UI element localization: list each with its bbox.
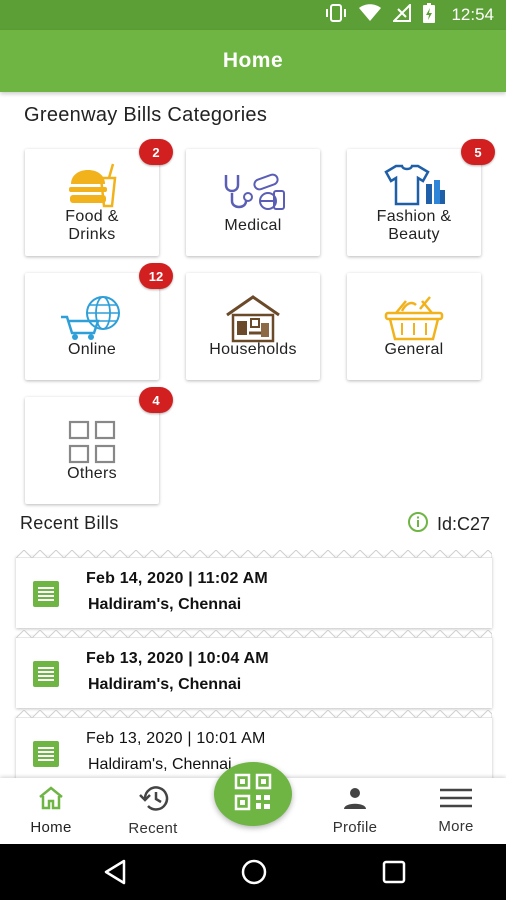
recent-bills-title: Recent Bills	[20, 513, 119, 533]
qr-code-icon	[234, 773, 272, 816]
user-id[interactable]: Id:C27	[407, 511, 490, 538]
category-label: Medical	[224, 216, 282, 234]
receipt-edge	[16, 550, 492, 558]
back-icon[interactable]	[102, 858, 128, 891]
status-time: 12:54	[451, 5, 494, 24]
battery-charging-icon	[423, 2, 436, 28]
category-medical[interactable]: Medical	[186, 149, 320, 256]
bill-merchant: Haldiram's, Chennai	[88, 756, 232, 773]
system-nav-bar	[0, 844, 506, 900]
category-badge: 2	[139, 139, 173, 165]
category-label: Food & Drinks	[65, 207, 119, 243]
receipt-edge	[16, 630, 492, 638]
bill-date: Feb 14, 2020 | 11:02 AM	[86, 570, 268, 587]
scan-qr-button[interactable]	[214, 762, 292, 826]
category-label: Others	[67, 464, 117, 482]
nav-recent-label: Recent	[128, 820, 178, 837]
bill-card[interactable]: Feb 13, 2020 | 10:04 AM Haldiram's, Chen…	[16, 630, 492, 708]
bill-date: Feb 13, 2020 | 10:01 AM	[86, 730, 266, 747]
nav-more[interactable]: More	[424, 778, 488, 844]
category-label: Online	[67, 340, 117, 358]
basket-icon	[382, 295, 446, 341]
wifi-icon	[359, 3, 382, 27]
categories-title: Greenway Bills Categories	[24, 104, 268, 126]
bill-merchant: Haldiram's, Chennai	[88, 596, 242, 613]
burger-drink-icon	[63, 162, 121, 208]
category-label: Households	[209, 340, 297, 358]
category-others[interactable]: Others 4	[25, 387, 173, 504]
user-id-label: Id:C27	[436, 514, 490, 534]
info-icon	[407, 511, 429, 538]
category-badge: 4	[139, 387, 173, 413]
nav-profile[interactable]: Profile	[320, 778, 390, 844]
category-food-drinks[interactable]: Food & Drinks 2	[25, 139, 173, 256]
category-fashion-beauty[interactable]: Fashion & Beauty 5	[347, 139, 495, 256]
receipt-edge	[16, 710, 492, 718]
menu-icon	[438, 787, 474, 814]
stethoscope-pills-icon	[220, 171, 286, 217]
nav-profile-label: Profile	[332, 819, 378, 836]
category-label: Fashion & Beauty	[376, 207, 452, 243]
bill-card[interactable]: Feb 14, 2020 | 11:02 AM Haldiram's, Chen…	[16, 550, 492, 628]
category-general[interactable]: General	[347, 273, 481, 380]
no-signal-icon	[392, 2, 412, 27]
nav-more-label: More	[438, 818, 474, 835]
person-icon	[342, 786, 368, 815]
vibrate-icon	[325, 3, 347, 27]
nav-home-label: Home	[30, 819, 72, 836]
home-circle-icon[interactable]	[240, 858, 268, 891]
category-label: General	[384, 340, 444, 358]
page-title: Home	[222, 49, 284, 72]
receipt-icon	[32, 580, 60, 613]
house-furniture-icon	[223, 294, 283, 342]
overview-icon[interactable]	[381, 858, 407, 891]
receipt-icon	[32, 660, 60, 693]
globe-cart-icon	[59, 295, 125, 341]
app-bar: Home	[0, 30, 506, 92]
category-badge: 5	[461, 139, 495, 165]
history-icon	[137, 785, 169, 816]
receipt-icon	[32, 740, 60, 773]
category-online[interactable]: Online 12	[25, 263, 173, 380]
status-icons: 12:54	[325, 2, 494, 28]
category-households[interactable]: Households	[186, 273, 320, 380]
bill-merchant: Haldiram's, Chennai	[88, 676, 242, 693]
category-badge: 12	[139, 263, 173, 289]
grid-icon	[64, 419, 120, 465]
nav-home[interactable]: Home	[20, 778, 82, 844]
status-bar: 12:54	[0, 0, 506, 30]
home-icon	[37, 786, 65, 815]
nav-recent[interactable]: Recent	[118, 778, 188, 844]
bill-date: Feb 13, 2020 | 10:04 AM	[86, 650, 269, 667]
tshirt-cosmetics-icon	[382, 162, 446, 208]
